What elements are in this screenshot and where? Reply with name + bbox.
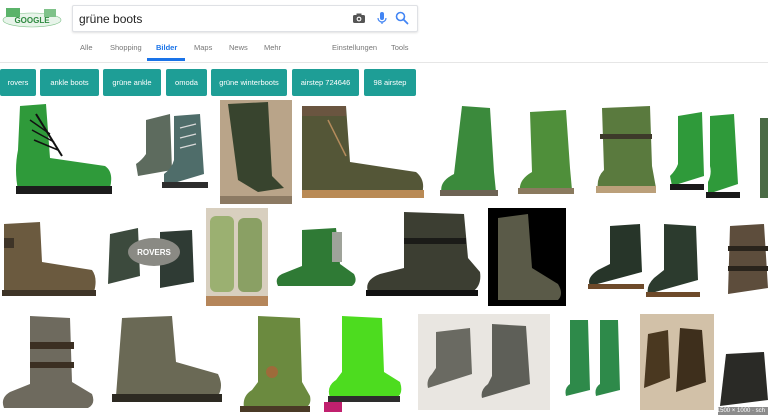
- related-search-chips: rovers ankle boots grüne ankle omoda grü…: [0, 69, 768, 96]
- tab-einstellungen[interactable]: Einstellungen: [332, 43, 377, 52]
- microphone-icon[interactable]: [374, 10, 390, 26]
- image-result[interactable]: [724, 216, 768, 302]
- image-result[interactable]: [760, 118, 768, 198]
- tab-alle[interactable]: Alle: [80, 43, 93, 52]
- top-bar: GOOGLE Alle Shopping Bilder Maps News Me…: [0, 0, 768, 63]
- partial-boot-image: [760, 118, 768, 198]
- tab-bilder[interactable]: Bilder: [156, 43, 177, 52]
- chip-98-airstep[interactable]: 98 airstep: [364, 69, 416, 96]
- green-floral-boot-image: [238, 312, 314, 415]
- image-result[interactable]: [0, 100, 118, 204]
- search-tabs: Alle Shopping Bilder Maps News Mehr Eins…: [0, 43, 768, 62]
- image-result[interactable]: [108, 312, 224, 415]
- green-lace-up-boot-image: [0, 100, 118, 204]
- image-result[interactable]: [298, 102, 428, 204]
- svg-text:ROVERS: ROVERS: [137, 248, 171, 257]
- brown-boots-pair-image: [640, 314, 714, 410]
- google-doodle-logo[interactable]: GOOGLE: [2, 6, 62, 28]
- svg-text:GOOGLE: GOOGLE: [14, 16, 50, 25]
- image-result[interactable]: ROVERS: [104, 218, 196, 300]
- image-result[interactable]: [434, 102, 504, 204]
- image-result[interactable]: [0, 312, 96, 415]
- dark-olive-buckle-boot-image: [364, 208, 482, 306]
- image-results-grid: ROVERS 1500 × 1000 · sch: [0, 100, 768, 415]
- chip-rovers[interactable]: rovers: [0, 69, 36, 96]
- image-result[interactable]: [274, 226, 358, 294]
- image-result[interactable]: [572, 208, 708, 306]
- green-buckle-boot-image: [592, 104, 662, 204]
- olive-suede-boot-image: [298, 102, 428, 204]
- green-slouch-boot-image: [516, 108, 576, 204]
- image-result[interactable]: [238, 312, 314, 415]
- green-wrinkled-boot-image: [434, 102, 504, 204]
- image-result[interactable]: [556, 314, 634, 410]
- green-sheepskin-boot-image: [206, 208, 268, 306]
- dark-boot-partial-image: [718, 314, 768, 415]
- buckle-boot-partial-image: [724, 216, 768, 302]
- tab-maps[interactable]: Maps: [194, 43, 212, 52]
- image-result[interactable]: [516, 108, 576, 204]
- studded-grey-boot-image: [0, 312, 96, 415]
- image-result[interactable]: [668, 106, 756, 204]
- tab-tools[interactable]: Tools: [391, 43, 409, 52]
- chip-airstep-724646[interactable]: airstep 724646: [292, 69, 359, 96]
- image-result[interactable]: [0, 218, 98, 300]
- green-rubber-boots-image: [556, 314, 634, 410]
- image-result[interactable]: [206, 208, 268, 306]
- green-lace-up-boots-pair-image: [668, 106, 756, 204]
- image-result[interactable]: 1500 × 1000 · sch: [718, 314, 768, 415]
- search-box[interactable]: [72, 5, 418, 32]
- tab-shopping[interactable]: Shopping: [110, 43, 142, 52]
- olive-boot-black-background-image: [488, 208, 566, 306]
- image-result[interactable]: [418, 314, 550, 410]
- dark-green-boots-pair-image: [572, 208, 708, 306]
- green-chelsea-boot-image: [274, 226, 358, 294]
- image-result[interactable]: [134, 104, 214, 204]
- tab-news[interactable]: News: [229, 43, 248, 52]
- brown-ankle-boot-image: [0, 218, 98, 300]
- image-result[interactable]: [488, 208, 566, 306]
- search-icon[interactable]: [394, 10, 410, 26]
- chip-omoda[interactable]: omoda: [166, 69, 207, 96]
- chip-ankle-boots[interactable]: ankle boots: [40, 69, 99, 96]
- olive-suede-ankle-boot-image: [108, 312, 224, 415]
- search-input[interactable]: [79, 6, 339, 31]
- grey-boots-pair-image: [418, 314, 550, 410]
- image-result[interactable]: [364, 208, 482, 306]
- camera-icon[interactable]: [351, 10, 367, 26]
- image-result[interactable]: [640, 314, 714, 410]
- chip-gruene-winterboots[interactable]: grüne winterboots: [211, 69, 287, 96]
- image-dimensions-caption: 1500 × 1000 · sch: [718, 407, 768, 415]
- chip-gruene-ankle[interactable]: grüne ankle: [103, 69, 161, 96]
- tab-mehr[interactable]: Mehr: [264, 43, 281, 52]
- neon-green-boot-image: [322, 312, 404, 415]
- image-result[interactable]: [220, 100, 292, 204]
- rovers-boot-image: ROVERS: [104, 218, 196, 300]
- image-result[interactable]: [592, 104, 662, 204]
- image-result[interactable]: [322, 312, 404, 415]
- multicolor-boots-pair-image: [134, 104, 214, 204]
- olive-slouch-boot-image: [220, 100, 292, 204]
- active-tab-indicator: [147, 58, 185, 61]
